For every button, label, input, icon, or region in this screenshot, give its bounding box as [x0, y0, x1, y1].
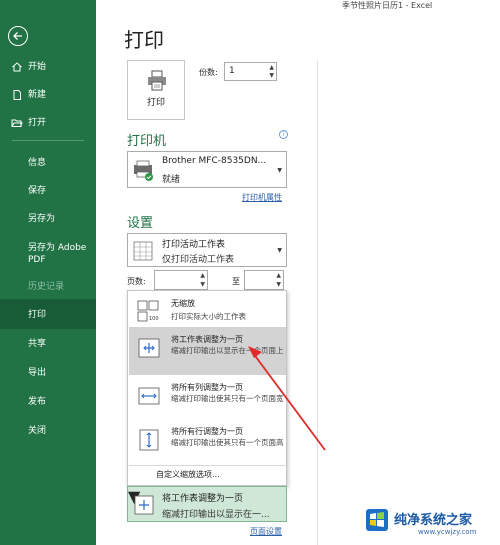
annotation-arrow [248, 346, 326, 451]
watermark-logo [366, 509, 388, 531]
watermark-url: www.ycwjzy.com [418, 528, 477, 536]
watermark-title: 纯净系统之家 [394, 513, 473, 528]
